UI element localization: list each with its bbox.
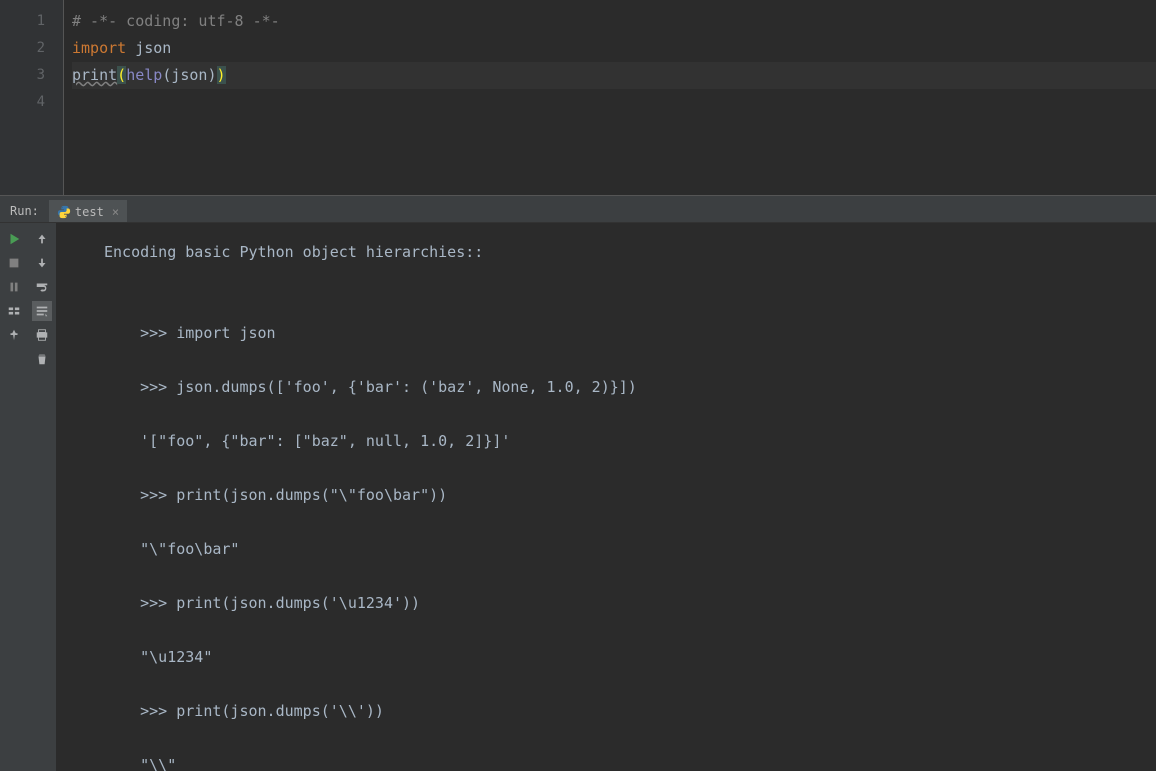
line-number: 1	[0, 8, 45, 35]
paren-open: (	[117, 66, 126, 84]
tab-label: test	[75, 205, 104, 219]
run-tools-right	[28, 223, 56, 771]
line-number: 3	[0, 62, 45, 89]
output-line: >>> print(json.dumps("\"foo\bar"))	[104, 482, 1148, 509]
output-heading: Encoding basic Python object hierarchies…	[104, 239, 1148, 266]
output-line: >>> import json	[104, 320, 1148, 347]
code-comment: # -*- coding: utf-8 -*-	[72, 12, 280, 30]
output-line: "\u1234"	[104, 644, 1148, 671]
print-button[interactable]	[32, 325, 52, 345]
line-number: 2	[0, 35, 45, 62]
pin-button[interactable]	[4, 325, 24, 345]
code-editor[interactable]: # -*- coding: utf-8 -*- import json prin…	[64, 0, 1156, 195]
scroll-down-button[interactable]	[32, 253, 52, 273]
run-tab[interactable]: test ×	[49, 200, 127, 222]
run-label: Run:	[0, 204, 49, 218]
python-icon	[57, 205, 71, 219]
output-line: >>> print(json.dumps('\\'))	[104, 698, 1148, 725]
stop-button[interactable]	[4, 253, 24, 273]
paren-close: )	[217, 66, 226, 84]
builtin-print: print	[72, 66, 117, 84]
editor-gutter: 1 2 3 4	[0, 0, 64, 195]
builtin-help: help	[126, 66, 162, 84]
pause-button[interactable]	[4, 277, 24, 297]
soft-wrap-button[interactable]	[32, 277, 52, 297]
output-line: '["foo", {"bar": ["baz", null, 1.0, 2]}]…	[104, 428, 1148, 455]
output-line: "\"foo\bar"	[104, 536, 1148, 563]
output-line: >>> json.dumps(['foo', {'bar': ('baz', N…	[104, 374, 1148, 401]
rerun-button[interactable]	[4, 229, 24, 249]
output-line: "\\"	[104, 752, 1148, 771]
trash-button[interactable]	[32, 349, 52, 369]
run-tools-left	[0, 223, 28, 771]
scroll-up-button[interactable]	[32, 229, 52, 249]
console-output[interactable]: Encoding basic Python object hierarchies…	[56, 223, 1156, 771]
close-tab-icon[interactable]: ×	[112, 205, 119, 219]
arg-json: json	[171, 66, 207, 84]
module-json: json	[135, 39, 171, 57]
layout-button[interactable]	[4, 301, 24, 321]
keyword-import: import	[72, 39, 126, 57]
line-number: 4	[0, 89, 45, 116]
output-line: >>> print(json.dumps('\u1234'))	[104, 590, 1148, 617]
run-toolbar: Run: test ×	[0, 199, 1156, 223]
scroll-to-end-button[interactable]	[32, 301, 52, 321]
